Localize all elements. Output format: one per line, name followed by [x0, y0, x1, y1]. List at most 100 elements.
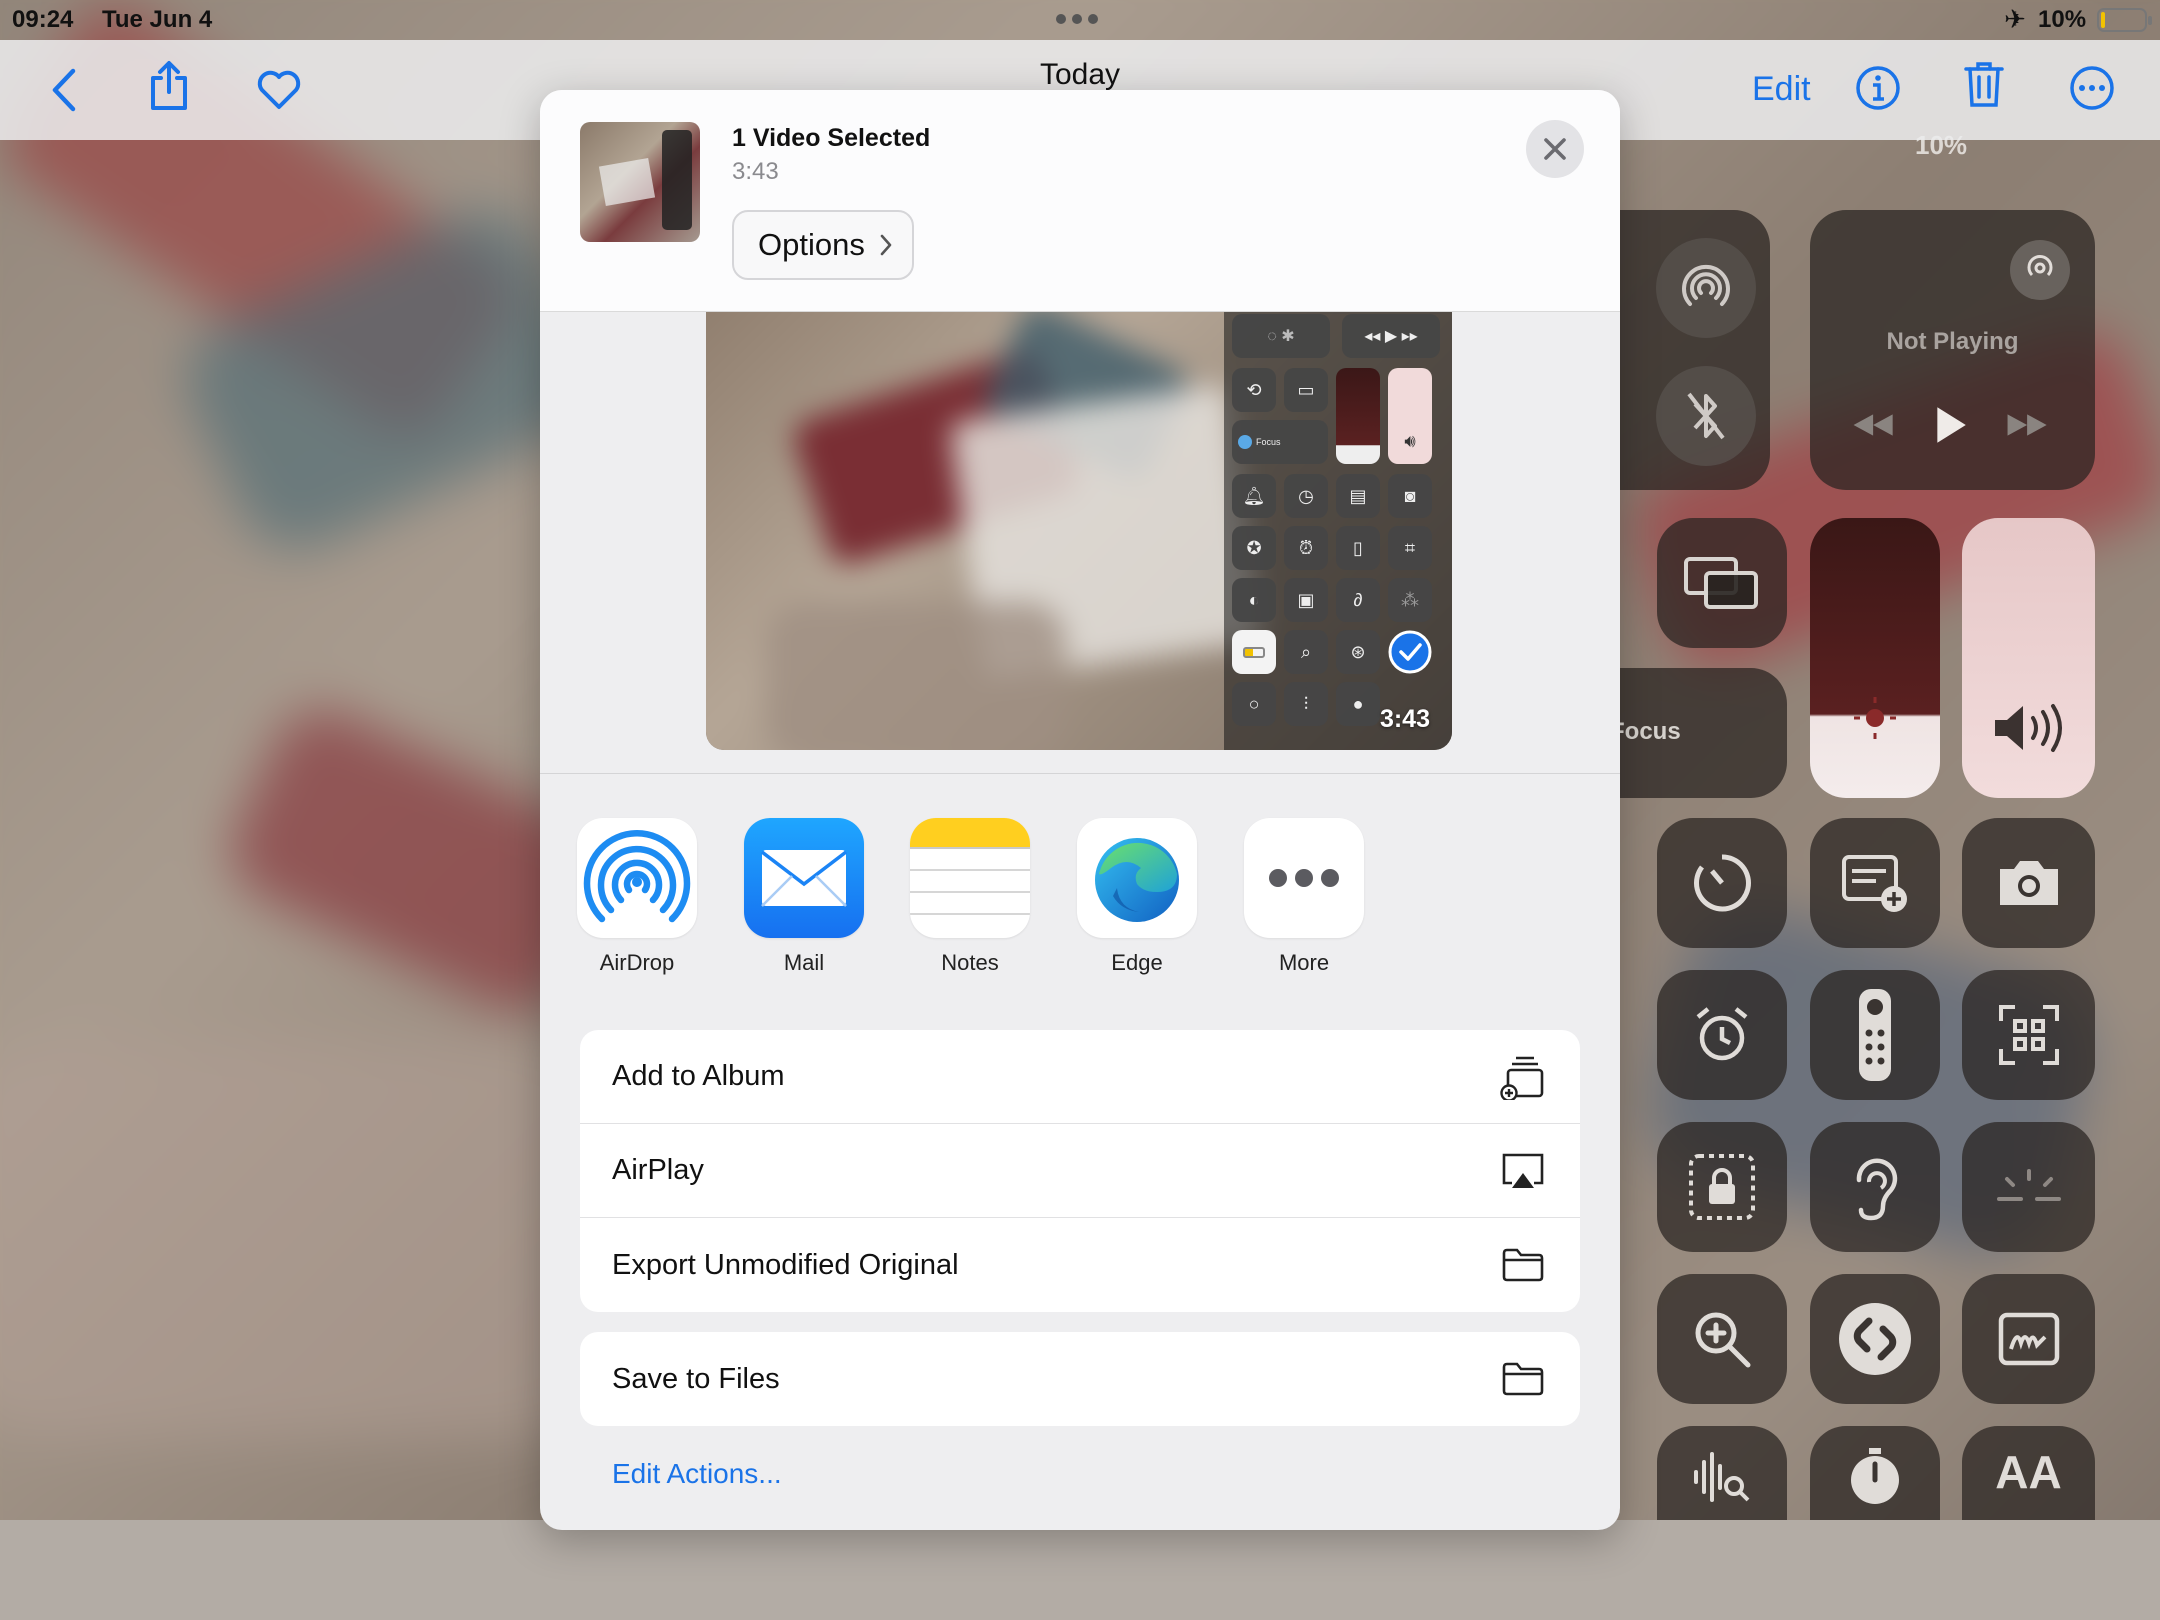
folder-icon	[1500, 1243, 1546, 1287]
airdrop-icon	[1656, 238, 1756, 338]
preview-note-cell: ▤	[1336, 474, 1380, 518]
heart-icon	[257, 70, 301, 109]
video-preview[interactable]: ◌ ✱ ◂◂ ▶ ▸▸ ⟲ ▭ 🔊︎ Focus 🔔︎ ◷ ▤ ◙ ✪ ⏰︎ ▯…	[706, 312, 1452, 750]
trash-icon	[1964, 62, 2004, 107]
shazam-icon	[1810, 1274, 1940, 1404]
airplay-icon	[1500, 1149, 1546, 1193]
preview-record-cell: ○	[1232, 682, 1276, 726]
preview-hearing-cell: ∂	[1336, 578, 1380, 622]
app-label: More	[1278, 950, 1330, 975]
chevron-right-icon	[880, 234, 892, 256]
more-button[interactable]	[2068, 62, 2116, 114]
alarm-icon	[1657, 970, 1787, 1100]
cc-alarm-tile	[1657, 970, 1787, 1100]
action-label: AirPlay	[612, 1154, 704, 1186]
preview-alarm-cell: ⏰︎	[1284, 526, 1328, 570]
airplane-icon: ✈	[2004, 4, 2026, 34]
camera-icon	[1962, 818, 2095, 948]
info-icon	[1856, 66, 1900, 110]
preview-accessibility-cell: ✪	[1232, 526, 1276, 570]
preview-shape	[766, 602, 1066, 750]
selection-title: 1 Video Selected	[732, 124, 931, 152]
airplay-audio-icon	[2010, 240, 2070, 300]
delete-button[interactable]	[1960, 58, 2008, 110]
cc-not-playing-label: Not Playing	[1886, 328, 2019, 355]
cc-bluetooth-button	[1656, 366, 1756, 466]
divider	[540, 773, 1620, 774]
app-label: AirDrop	[599, 950, 675, 975]
action-add-to-album[interactable]: Add to Album	[580, 1030, 1580, 1124]
app-mail[interactable]: Mail	[739, 818, 869, 976]
multitasking-dots-icon[interactable]	[1056, 14, 1104, 26]
app-airdrop[interactable]: AirDrop	[572, 818, 702, 976]
cc-code-scanner-tile	[1962, 970, 2095, 1100]
ear-icon	[1810, 1122, 1940, 1252]
sun-icon	[1845, 688, 1905, 748]
secondary-actions-group: Save to Files	[580, 1332, 1580, 1426]
cc-stopwatch-tile	[1810, 1426, 1940, 1520]
fast-forward-icon	[2007, 414, 2047, 436]
magnifier-icon	[1657, 1274, 1787, 1404]
preview-sunrise-cell: ⁂	[1388, 578, 1432, 622]
info-button[interactable]	[1854, 62, 1902, 114]
folder-icon	[1500, 1357, 1546, 1401]
background-control-center: 10% Not Playing Focus AA	[1560, 130, 2160, 1520]
action-airplay[interactable]: AirPlay	[580, 1124, 1580, 1218]
more-icon	[1244, 818, 1364, 938]
app-notes[interactable]: Notes	[905, 818, 1035, 976]
status-date: Tue Jun 4	[102, 6, 213, 33]
close-button[interactable]	[1526, 120, 1584, 178]
video-thumbnail	[580, 122, 700, 242]
battery-percent: 10%	[2038, 6, 2087, 33]
app-label: Notes	[941, 950, 999, 975]
preview-bell-cell: 🔔︎	[1232, 474, 1276, 518]
thumbnail-detail	[662, 130, 692, 230]
app-edge[interactable]: Edge	[1072, 818, 1202, 976]
preview-camera-cell: ◙	[1388, 474, 1432, 518]
battery-icon	[2097, 8, 2152, 32]
cc-guided-access-tile	[1657, 1122, 1787, 1252]
cc-remote-tile	[1810, 970, 1940, 1100]
cc-timer-tile	[1657, 818, 1787, 948]
rewind-icon	[1853, 414, 1893, 436]
share-apps-row: AirDrop Mail Notes Edge More	[540, 818, 1620, 978]
preview-duration: 3:43	[1379, 705, 1430, 733]
cc-quick-note-tile	[1810, 818, 1940, 948]
play-icon	[1937, 407, 1967, 443]
options-button[interactable]: Options	[732, 210, 914, 280]
preview-mirroring-cell: ▭	[1284, 368, 1328, 412]
preview-control-center: ◌ ✱ ◂◂ ▶ ▸▸ ⟲ ▭ 🔊︎ Focus 🔔︎ ◷ ▤ ◙ ✪ ⏰︎ ▯…	[1224, 312, 1452, 750]
battery-level-fill	[2101, 12, 2105, 28]
preview-shazam-cell: ⊛	[1336, 630, 1380, 674]
preview-focus-cell: Focus	[1232, 420, 1328, 464]
speaker-icon	[1984, 698, 2074, 758]
share-sheet-header: 1 Video Selected 3:43 Options	[540, 90, 1620, 312]
preview-scanner-cell: ⌗	[1388, 526, 1432, 570]
back-button[interactable]	[40, 62, 86, 118]
chevron-left-icon	[52, 68, 76, 112]
cc-airdrop-button	[1656, 238, 1756, 338]
status-bar: 09:24 Tue Jun 4 ✈ 10%	[0, 0, 2160, 40]
edit-actions-link[interactable]: Edit Actions...	[612, 1458, 782, 1490]
actions-group: Add to Album AirPlay Export Unmodified O…	[580, 1030, 1580, 1312]
app-label: Edge	[1111, 950, 1163, 975]
share-button[interactable]	[144, 58, 194, 114]
app-more[interactable]: More	[1239, 818, 1369, 976]
edge-icon	[1077, 818, 1197, 938]
edit-button[interactable]: Edit	[1752, 70, 1811, 109]
preview-brightness-cell	[1336, 368, 1380, 464]
preview-volume-cell: 🔊︎	[1388, 368, 1432, 464]
preview-magnifier-cell: ⌕	[1284, 630, 1328, 674]
cc-text-size-tile: AA	[1962, 1426, 2095, 1520]
action-save-to-files[interactable]: Save to Files	[580, 1332, 1580, 1426]
favorite-button[interactable]	[254, 62, 304, 118]
sound-recognition-icon	[1657, 1446, 1787, 1506]
guided-access-icon	[1657, 1122, 1787, 1252]
signature-icon	[1962, 1274, 2095, 1404]
preview-focus-label: Focus	[1256, 437, 1281, 447]
add-to-album-icon	[1500, 1055, 1546, 1100]
remote-icon	[1810, 970, 1940, 1100]
stopwatch-icon	[1810, 1446, 1940, 1506]
action-export-unmodified-original[interactable]: Export Unmodified Original	[580, 1218, 1580, 1312]
share-icon	[151, 61, 187, 110]
